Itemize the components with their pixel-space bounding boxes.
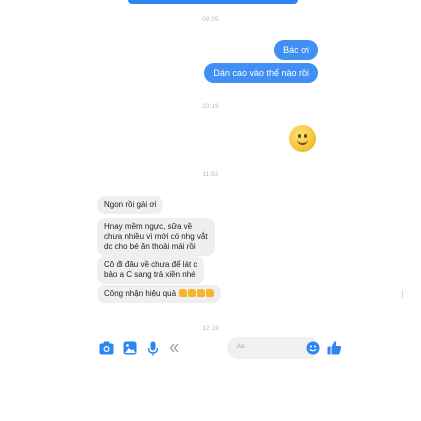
emoji-icon[interactable]	[306, 341, 320, 355]
image-icon[interactable]	[123, 341, 137, 355]
thumbs-up-icon	[197, 289, 206, 297]
incoming-message[interactable]: Cô đi đâu về chưa để lát c bảo a C sang …	[97, 256, 205, 284]
microphone-icon[interactable]	[147, 341, 159, 356]
message-text: Cô đi đâu về chưa để lát c	[104, 260, 198, 269]
message-text: chưa nhiều vì mới có nhg vắt	[104, 232, 208, 241]
message-text: Ngon rồi gái ơi	[104, 200, 157, 209]
message-text: Hnay mềm ngực, sữa về	[104, 222, 193, 231]
outgoing-message[interactable]: Bác ơi	[274, 40, 318, 60]
thumbs-up-icon	[188, 289, 197, 297]
camera-icon[interactable]	[99, 341, 114, 355]
incoming-message[interactable]: Công nhận hiệu quả	[97, 285, 222, 303]
timestamp: 09:05	[202, 17, 219, 23]
thumbs-up-group	[178, 289, 215, 299]
timestamp: 11:52	[202, 172, 219, 178]
smiling-face-emoji[interactable]	[289, 125, 316, 152]
chevron-left-icon[interactable]	[169, 342, 181, 354]
incoming-message[interactable]: Hnay mềm ngực, sữa về chưa nhiều vì mới …	[97, 218, 215, 256]
message-text: dc cho bé ăn thoải mái rồi	[104, 242, 196, 251]
like-icon[interactable]	[327, 340, 342, 355]
message-text: Dán cao vào thế nào rồi	[213, 68, 309, 78]
incoming-message[interactable]: Ngon rồi gái ơi	[97, 196, 164, 214]
thumbs-up-icon	[179, 289, 188, 297]
outgoing-message[interactable]: Dán cao vào thế nào rồi	[204, 63, 318, 83]
message-text: Bác ơi	[283, 45, 309, 55]
thumbs-up-icon	[206, 289, 215, 297]
timestamp: 12:19	[202, 326, 219, 332]
scroll-indicator	[402, 290, 403, 298]
composer-bar: Aa	[99, 337, 342, 359]
top-accent-bar	[128, 0, 298, 4]
timestamp: 10:19	[202, 104, 219, 110]
message-text: bảo a C sang trả xiền nhé	[104, 270, 196, 279]
message-text: Công nhận hiệu quả	[104, 289, 177, 298]
message-input-placeholder: Aa	[237, 344, 245, 350]
